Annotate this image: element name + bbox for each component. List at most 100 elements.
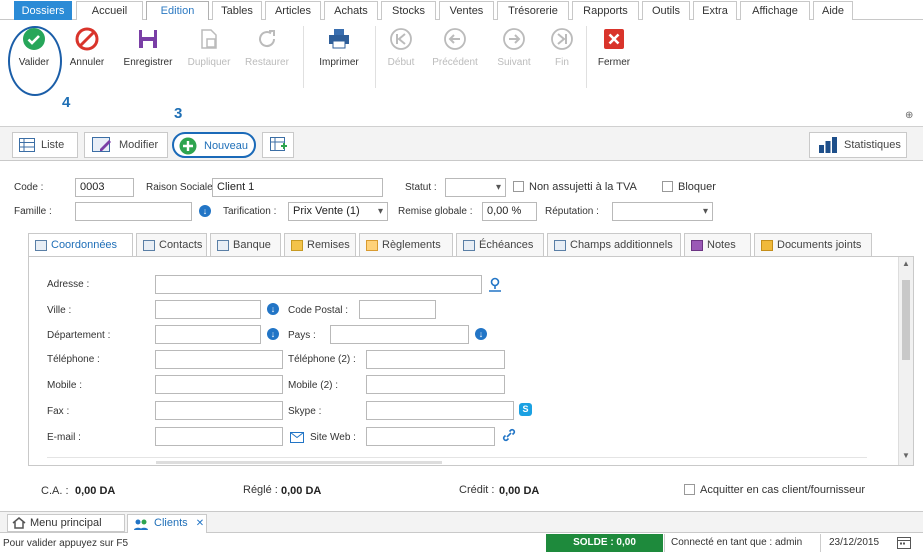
famille-lookup-icon[interactable]: ↓ — [199, 205, 211, 217]
menu-tab-rapports[interactable]: Rapports — [572, 1, 639, 20]
menu-tab-tresorerie[interactable]: Trésorerie — [497, 1, 569, 20]
statut-select[interactable] — [445, 178, 506, 197]
ribbon-separator — [586, 26, 587, 88]
tva-checkbox[interactable] — [513, 181, 524, 192]
ville-label: Ville : — [47, 305, 72, 316]
tab-champs-additionnels[interactable]: Champs additionnels — [547, 233, 681, 257]
bloquer-label: Bloquer — [678, 181, 716, 193]
ville-lookup-icon[interactable]: ↓ — [267, 303, 279, 315]
menu-tab-outils[interactable]: Outils — [642, 1, 690, 20]
telephone2-input[interactable] — [366, 350, 505, 369]
status-hint: Pour valider appuyez sur F5 — [3, 538, 129, 549]
departement-label: Département : — [47, 330, 111, 341]
famille-label: Famille : — [14, 206, 52, 217]
menu-tab-accueil[interactable]: Accueil — [76, 1, 143, 20]
tab-reglements[interactable]: Règlements — [359, 233, 453, 257]
skype-input[interactable] — [366, 401, 514, 420]
map-pin-icon[interactable] — [487, 276, 503, 292]
add-icon — [179, 137, 197, 155]
statistiques-label: Statistiques — [844, 139, 901, 151]
ribbon-separator — [303, 26, 304, 88]
fax-input[interactable] — [155, 401, 283, 420]
code-input[interactable]: 0003 — [75, 178, 134, 197]
annotation-number-4: 4 — [62, 94, 71, 111]
tab-documents-joints[interactable]: Documents joints — [754, 233, 872, 257]
notes-icon — [691, 240, 703, 251]
tab-contacts[interactable]: Contacts — [136, 233, 207, 257]
departement-input[interactable] — [155, 325, 261, 344]
close-tab-icon[interactable]: ✕ — [196, 518, 204, 529]
departement-lookup-icon[interactable]: ↓ — [267, 328, 279, 340]
tab-clients[interactable]: Clients ✕ — [127, 514, 207, 534]
telephone-input[interactable] — [155, 350, 283, 369]
tab-menu-principal[interactable]: Menu principal — [7, 514, 125, 532]
precedent-button[interactable]: Précédent — [426, 20, 484, 68]
nouveau-label: Nouveau — [204, 140, 249, 152]
fin-button[interactable]: Fin — [545, 20, 579, 68]
tab-echeances[interactable]: Échéances — [456, 233, 544, 257]
tarification-select[interactable]: Prix Vente (1) — [288, 202, 388, 221]
tab-banque[interactable]: Banque — [210, 233, 281, 257]
ribbon: Valider 4 Annuler Enregistrer Dupliquer … — [0, 20, 923, 127]
menu-tab-ventes[interactable]: Ventes — [439, 1, 494, 20]
fields-icon — [554, 240, 566, 251]
close-icon — [604, 29, 624, 49]
menu-tab-articles[interactable]: Articles — [265, 1, 321, 20]
adresse-input[interactable] — [155, 275, 482, 294]
mobile-input[interactable] — [155, 375, 283, 394]
pays-input[interactable] — [330, 325, 469, 344]
skype-icon[interactable]: S — [519, 403, 532, 416]
statistiques-button[interactable]: Statistiques — [809, 132, 907, 158]
save-icon — [139, 30, 157, 48]
tva-label: Non assujetti à la TVA — [529, 181, 637, 193]
restaurer-button[interactable]: Restaurer — [240, 20, 294, 68]
menu-tab-affichage[interactable]: Affichage — [740, 1, 810, 20]
adresse-label: Adresse : — [47, 279, 90, 290]
email-send-icon[interactable] — [290, 430, 306, 443]
suivant-button[interactable]: Suivant — [490, 20, 538, 68]
liste-button[interactable]: Liste — [12, 132, 78, 158]
menu-tab-extra[interactable]: Extra — [693, 1, 737, 20]
mobile2-input[interactable] — [366, 375, 505, 394]
menu-tab-edition[interactable]: Edition — [146, 1, 209, 21]
menu-tab-aide[interactable]: Aide — [813, 1, 853, 20]
annuler-label: Annuler — [69, 57, 105, 68]
tab-coordonnees[interactable]: Coordonnées — [28, 233, 133, 257]
remise-globale-input[interactable]: 0,00 % — [482, 202, 537, 221]
ville-input[interactable] — [155, 300, 261, 319]
tab-notes[interactable]: Notes — [684, 233, 751, 257]
enregistrer-button[interactable]: Enregistrer — [118, 20, 178, 68]
calendar-icon[interactable] — [897, 536, 911, 549]
menu-tab-dossiers[interactable]: Dossiers — [14, 1, 72, 20]
dupliquer-button[interactable]: Dupliquer — [182, 20, 236, 68]
famille-input[interactable] — [75, 202, 192, 221]
menu-tab-achats[interactable]: Achats — [324, 1, 378, 20]
site-web-input[interactable] — [366, 427, 495, 446]
modifier-button[interactable]: Modifier — [84, 132, 168, 158]
link-icon[interactable] — [502, 428, 516, 442]
export-button[interactable] — [262, 132, 294, 158]
menu-tab-tables[interactable]: Tables — [212, 1, 262, 20]
fin-label: Fin — [555, 57, 569, 68]
pays-lookup-icon[interactable]: ↓ — [475, 328, 487, 340]
vertical-scrollbar[interactable]: ▲ ▼ — [898, 257, 913, 465]
annuler-button[interactable]: Annuler — [63, 20, 111, 68]
fermer-button[interactable]: Fermer — [592, 20, 636, 68]
scrollbar-thumb[interactable] — [902, 280, 910, 360]
code-postal-input[interactable] — [359, 300, 436, 319]
menu-tab-stocks[interactable]: Stocks — [381, 1, 436, 20]
email-input[interactable] — [155, 427, 283, 446]
acquitter-checkbox[interactable] — [684, 484, 695, 495]
modifier-label: Modifier — [119, 139, 159, 151]
bloquer-checkbox[interactable] — [662, 181, 673, 192]
dupliquer-label: Dupliquer — [187, 57, 231, 68]
collapse-ribbon-icon[interactable]: ⊕ — [905, 110, 913, 121]
debut-button[interactable]: Début — [382, 20, 420, 68]
solde-badge: SOLDE : 0,00 — [546, 534, 663, 552]
raison-sociale-input[interactable]: Client 1 — [212, 178, 383, 197]
reputation-select[interactable] — [612, 202, 713, 221]
tab-remises[interactable]: Remises — [284, 233, 356, 257]
nouveau-button[interactable]: Nouveau — [172, 132, 256, 158]
email-label: E-mail : — [47, 432, 81, 443]
imprimer-button[interactable]: Imprimer — [312, 20, 366, 68]
